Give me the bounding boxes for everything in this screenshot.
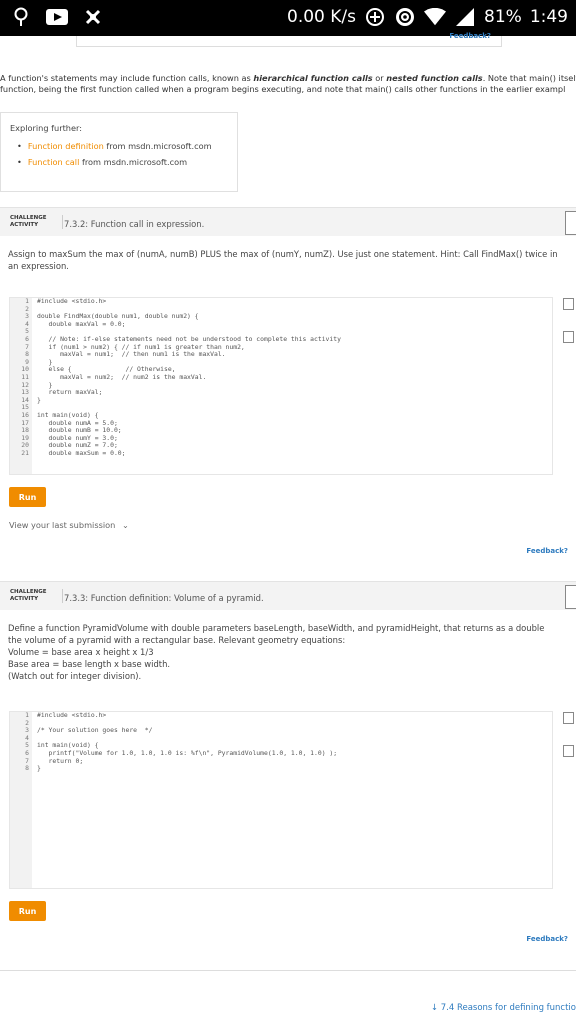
- completion-checkbox: [565, 585, 576, 609]
- prompt-line: the volume of a pyramid with a rectangul…: [8, 635, 346, 645]
- clock: 1:49: [529, 7, 568, 27]
- prompt-line: (Watch out for integer division).: [8, 671, 142, 681]
- line-numbers: 1 2 3 4 5 6 7 8 9 10 11 12 13 14 15 16 17 18 19 20 21: [10, 298, 32, 474]
- check-box-icon: [563, 331, 574, 343]
- intro-text: or: [372, 73, 387, 83]
- code-editor[interactable]: 12345678 #include <stdio.h> /* Your solu…: [9, 711, 553, 889]
- prompt-line: Base area = base length x base width.: [8, 659, 171, 669]
- code-editor[interactable]: 1 2 3 4 5 6 7 8 9 10 11 12 13 14 15 16 17 18 19 20 21 #inclu…: [9, 297, 553, 475]
- intro-paragraph: A function's statements may include func…: [0, 73, 576, 95]
- wifi-icon: [424, 6, 447, 28]
- code-line: /* Your solution goes here */: [37, 726, 153, 735]
- youtube-icon: [46, 6, 68, 28]
- function-call-link[interactable]: Function call: [28, 157, 80, 167]
- view-last-submission[interactable]: View your last submission ⌄: [9, 520, 129, 530]
- hotspot-icon: [394, 6, 416, 28]
- code-line: }: [37, 395, 41, 404]
- link-source: from msdn.microsoft.com: [103, 141, 212, 151]
- intro-text: function, being the first function calle…: [0, 84, 566, 94]
- activity-title: 7.3.2: Function call in expression.: [64, 219, 205, 229]
- check-box-icon: [563, 298, 574, 310]
- code-content: #include <stdio.h> double FindMax(double…: [37, 298, 341, 457]
- feedback-link[interactable]: Feedback?: [449, 32, 491, 40]
- function-definition-link[interactable]: Function definition: [28, 141, 104, 151]
- challenge-activity-header-2: CHALLENGE ACTIVITY 7.3.3: Function defin…: [0, 581, 576, 610]
- code-line: double maxVal = 0.0;: [37, 319, 126, 328]
- code-line: return 0;: [37, 756, 84, 765]
- line-numbers: 12345678: [10, 712, 32, 888]
- line-number: 21: [21, 448, 29, 457]
- line-number: 8: [25, 764, 29, 773]
- challenge-activity-header-1: CHALLENGE ACTIVITY 7.3.2: Function call …: [0, 207, 576, 236]
- intro-text: . Note that main() itself i: [482, 73, 576, 83]
- status-bar: 0.00 K/s 81% 1:49: [0, 0, 576, 36]
- feedback-link[interactable]: Feedback?: [526, 935, 568, 943]
- check-box-icon: [563, 712, 574, 724]
- dji-icon: [82, 6, 104, 28]
- view-last-label: View your last submission: [9, 520, 116, 530]
- code-line: #include <stdio.h>: [37, 297, 107, 305]
- activity-title: 7.3.3: Function definition: Volume of a …: [64, 593, 264, 603]
- chevron-down-icon: ⌄: [121, 520, 129, 530]
- code-line: double maxSum = 0.0;: [37, 448, 126, 457]
- check-box-icon: [563, 745, 574, 757]
- challenge-activity-badge: CHALLENGE ACTIVITY: [10, 589, 63, 603]
- term-nested: nested function calls: [386, 73, 483, 83]
- prompt-line: Volume = base area x height x 1/3: [8, 647, 154, 657]
- link-source: from msdn.microsoft.com: [79, 157, 188, 167]
- code-line: }: [37, 764, 41, 773]
- activity-prompt: Assign to maxSum the max of (numA, numB)…: [8, 249, 558, 271]
- feedback-link[interactable]: Feedback?: [526, 547, 568, 555]
- list-item: Function definition from msdn.microsoft.…: [17, 141, 212, 151]
- data-saver-icon: [364, 6, 386, 28]
- activity-prompt: Define a function PyramidVolume with dou…: [8, 622, 564, 682]
- list-item: Function call from msdn.microsoft.com: [17, 157, 212, 167]
- prompt-line: Define a function PyramidVolume with dou…: [8, 623, 545, 633]
- term-hierarchical: hierarchical function calls: [253, 73, 373, 83]
- network-speed: 0.00 K/s: [287, 7, 357, 27]
- run-button[interactable]: Run: [9, 901, 46, 921]
- completion-checkbox: [565, 211, 576, 235]
- run-button[interactable]: Run: [9, 487, 46, 507]
- code-line: maxVal = num1; // then num1 is the maxVa…: [37, 350, 226, 359]
- code-content: #include <stdio.h> /* Your solution goes…: [37, 712, 337, 773]
- location-pin-icon: [10, 6, 32, 28]
- previous-activity-box: Feedback?: [76, 32, 502, 47]
- section-divider: [0, 970, 576, 971]
- exploring-heading: Exploring further:: [10, 123, 82, 133]
- code-line: return maxVal;: [37, 388, 103, 397]
- intro-text: A function's statements may include func…: [0, 73, 254, 83]
- battery-level: 81%: [484, 7, 522, 27]
- exploring-further-box: Exploring further: Function definition f…: [0, 112, 238, 192]
- signal-icon: [454, 6, 476, 28]
- challenge-activity-badge: CHALLENGE ACTIVITY: [10, 215, 63, 229]
- code-line: maxVal = num2; // num2 is the maxVal.: [37, 372, 207, 381]
- code-line: #include <stdio.h>: [37, 711, 107, 719]
- next-section-link[interactable]: ↓ 7.4 Reasons for defining functio: [431, 1003, 576, 1013]
